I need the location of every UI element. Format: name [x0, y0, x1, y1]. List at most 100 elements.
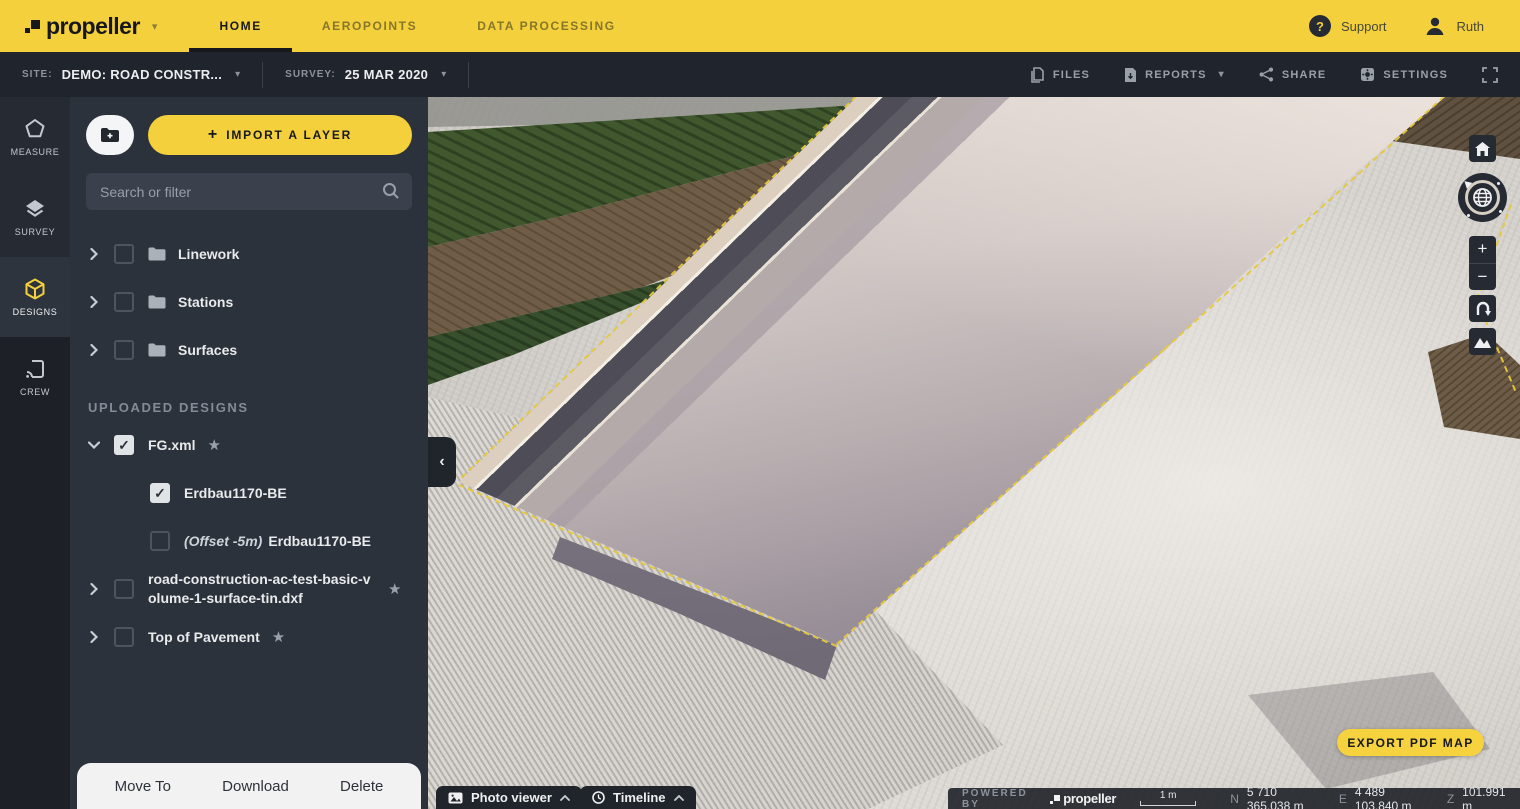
rail-item-measure[interactable]: MEASURE [0, 97, 70, 177]
folder-row-linework[interactable]: ✓ Linework [70, 230, 428, 278]
panel-collapse-button[interactable]: ‹ [428, 437, 456, 487]
photo-viewer-tab[interactable]: Photo viewer [436, 786, 582, 809]
star-icon[interactable]: ★ [272, 628, 285, 646]
mountain-icon [1474, 336, 1491, 348]
chevron-right-icon[interactable] [88, 296, 100, 308]
powered-by-logo: propeller [1050, 791, 1116, 806]
design-row-erdbau[interactable]: ✓ Erdbau1170-BE [132, 469, 428, 517]
rail-item-survey[interactable]: SURVEY [0, 177, 70, 257]
propeller-logo[interactable]: propeller ▾ [24, 13, 157, 40]
design-row-road-construction-dxf[interactable]: ✓ road-construction-ac-test-basic-volume… [70, 565, 428, 613]
uploaded-designs-header: UPLOADED DESIGNS [88, 400, 412, 415]
pentagon-measure-icon [24, 118, 46, 140]
star-icon[interactable]: ★ [207, 436, 220, 454]
design-label: FG.xml [148, 436, 195, 455]
zoom-control: + − [1469, 236, 1496, 290]
user-avatar-icon [1423, 14, 1447, 38]
northing-label: N [1230, 792, 1239, 806]
files-icon [1030, 67, 1045, 83]
propeller-mark-icon [1050, 794, 1060, 804]
fullscreen-button[interactable] [1482, 67, 1498, 83]
design-label: (Offset -5m)Erdbau1170-BE [184, 532, 371, 551]
search-input[interactable] [86, 173, 412, 210]
chevron-right-icon[interactable] [88, 583, 100, 595]
folder-row-stations[interactable]: ✓ Stations [70, 278, 428, 326]
plus-icon: + [208, 126, 217, 144]
folder-plus-icon [100, 127, 120, 143]
design-row-erdbau-offset[interactable]: ✓ (Offset -5m)Erdbau1170-BE [132, 517, 428, 565]
site-value: DEMO: ROAD CONSTR... [62, 67, 223, 82]
chevron-down-icon[interactable] [88, 441, 100, 449]
design-offset-prefix: (Offset -5m) [184, 533, 262, 549]
primary-tabs: HOME AEROPOINTS DATA PROCESSING [189, 0, 645, 52]
tab-aeropoints[interactable]: AEROPOINTS [292, 0, 447, 52]
home-view-button[interactable] [1469, 135, 1496, 162]
reports-button[interactable]: REPORTS ▾ [1124, 67, 1225, 83]
support-button[interactable]: ? Support [1309, 15, 1387, 37]
site-selector[interactable]: SITE: DEMO: ROAD CONSTR... ▾ [0, 67, 262, 82]
chevron-right-icon[interactable] [88, 344, 100, 356]
cube-designs-icon [24, 278, 46, 300]
export-pdf-map-button[interactable]: EXPORT PDF MAP [1337, 729, 1484, 756]
checkbox[interactable]: ✓ [114, 292, 134, 312]
scale-bar [1140, 801, 1196, 806]
design-row-fgxml[interactable]: ✓ FG.xml ★ [70, 421, 428, 469]
timeline-label: Timeline [613, 790, 666, 805]
toolbar-divider [468, 62, 469, 88]
settings-button[interactable]: SETTINGS [1360, 67, 1448, 82]
question-icon: ? [1309, 15, 1331, 37]
zoom-in-button[interactable]: + [1469, 236, 1496, 263]
design-row-top-of-pavement[interactable]: ✓ Top of Pavement ★ [70, 613, 428, 661]
checkbox[interactable]: ✓ [150, 483, 170, 503]
logo-text: propeller [46, 13, 140, 40]
elevation-label: Z [1447, 792, 1454, 806]
rail-item-crew[interactable]: CREW [0, 337, 70, 417]
tab-home[interactable]: HOME [189, 0, 291, 52]
checkbox[interactable]: ✓ [114, 244, 134, 264]
survey-caret-icon: ▾ [441, 69, 446, 80]
new-folder-button[interactable] [86, 115, 134, 155]
folder-icon [148, 343, 166, 357]
checkbox[interactable]: ✓ [150, 531, 170, 551]
survey-selector[interactable]: SURVEY: 25 MAR 2020 ▾ [263, 67, 468, 82]
design-label: Erdbau1170-BE [184, 484, 287, 503]
star-icon[interactable]: ★ [388, 580, 401, 598]
support-label: Support [1341, 19, 1387, 34]
chevron-right-icon[interactable] [88, 631, 100, 643]
checkbox[interactable]: ✓ [114, 435, 134, 455]
download-button[interactable]: Download [222, 778, 289, 795]
folder-label: Stations [178, 293, 233, 312]
northing-value: 5 710 365.038 m [1247, 785, 1323, 809]
checkbox[interactable]: ✓ [114, 340, 134, 360]
checkbox[interactable]: ✓ [114, 579, 134, 599]
delete-button[interactable]: Delete [340, 778, 383, 795]
globe-icon [1472, 187, 1493, 208]
tab-data-processing[interactable]: DATA PROCESSING [447, 0, 645, 52]
map-viewport[interactable]: ‹ + − EXPORT PDF MAP Photo viewer [428, 97, 1520, 809]
panel-action-bar: Move To Download Delete [77, 763, 421, 809]
share-button[interactable]: SHARE [1259, 67, 1327, 82]
compass-control[interactable] [1458, 173, 1507, 222]
timeline-tab[interactable]: Timeline [580, 786, 696, 809]
chevron-right-icon[interactable] [88, 248, 100, 260]
move-to-button[interactable]: Move To [115, 778, 171, 795]
checkbox[interactable]: ✓ [114, 627, 134, 647]
folder-row-surfaces[interactable]: ✓ Surfaces [70, 326, 428, 374]
settings-label: SETTINGS [1383, 69, 1448, 81]
rail-label-survey: SURVEY [15, 227, 55, 237]
files-button[interactable]: FILES [1030, 67, 1090, 83]
chevron-up-icon [560, 795, 570, 801]
site-label: SITE: [22, 69, 53, 80]
user-menu[interactable]: Ruth [1423, 14, 1484, 38]
rail-item-designs[interactable]: DESIGNS [0, 257, 70, 337]
reports-label: REPORTS [1145, 69, 1207, 81]
easting-value: 4 489 103.840 m [1355, 785, 1431, 809]
basemap-terrain-button[interactable] [1469, 328, 1496, 355]
logo-caret-icon[interactable]: ▾ [152, 20, 158, 33]
import-layer-button[interactable]: + IMPORT A LAYER [148, 115, 412, 155]
survey-label: SURVEY: [285, 69, 336, 80]
zoom-out-button[interactable]: − [1469, 263, 1496, 291]
fullscreen-icon [1482, 67, 1498, 83]
easting-label: E [1339, 792, 1347, 806]
rotate-view-button[interactable] [1469, 295, 1496, 322]
